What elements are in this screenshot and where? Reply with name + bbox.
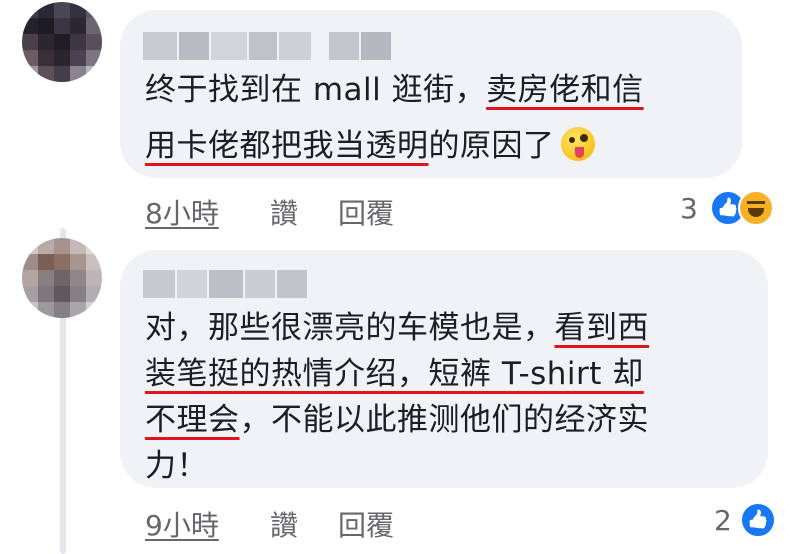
reaction-count: 2: [714, 504, 732, 537]
text-segment: 对，那些很漂亮的车模也是，: [145, 310, 555, 346]
timestamp-link[interactable]: 8小時: [145, 192, 219, 232]
blurred-author-name[interactable]: [143, 32, 391, 60]
like-button[interactable]: 讚: [270, 504, 298, 544]
reply-button[interactable]: 回覆: [338, 504, 394, 544]
comment-line: 力！: [145, 444, 649, 488]
like-reaction-icon: [740, 502, 776, 538]
comment-line: 终于找到在 mall 逛街，卖房佬和信: [145, 68, 644, 112]
reaction-count: 3: [680, 192, 698, 225]
avatar[interactable]: [22, 2, 102, 82]
like-button[interactable]: 讚: [270, 192, 298, 232]
reaction-summary[interactable]: 2: [714, 502, 784, 542]
text-segment: 力！: [145, 448, 208, 484]
comment-line: 不理会，不能以此推测他们的经济实: [145, 398, 649, 442]
text-segment: ，不能以此推测他们的经济实: [239, 402, 649, 438]
comment-line: 用卡佬都把我当透明的原因了: [145, 124, 644, 168]
timestamp-link[interactable]: 9小時: [145, 504, 219, 544]
comment-line: 装笔挺的热情介绍，短裤 T-shirt 却: [145, 352, 649, 396]
blurred-author-name[interactable]: [143, 270, 307, 298]
comment-line: 对，那些很漂亮的车模也是，看到西: [145, 306, 649, 350]
underlined-text-segment: 看到西: [554, 310, 649, 346]
haha-reaction-icon: [738, 190, 774, 226]
comment-text: 对，那些很漂亮的车模也是，看到西 装笔挺的热情介绍，短裤 T-shirt 却 不…: [145, 306, 649, 488]
comment-text: 终于找到在 mall 逛街，卖房佬和信 用卡佬都把我当透明的原因了: [145, 68, 644, 168]
reaction-summary[interactable]: 3: [680, 190, 780, 230]
underlined-text-segment: 装笔挺的热情介绍，短裤 T-shirt 却: [145, 356, 644, 392]
reply-button[interactable]: 回覆: [338, 192, 394, 232]
underlined-text-segment: 不理会: [145, 402, 240, 438]
text-segment: 的原因了: [428, 128, 555, 164]
avatar[interactable]: [22, 238, 102, 318]
underlined-text-segment: 卖房佬和信: [486, 72, 644, 108]
text-segment: 终于找到在 mall 逛街，: [145, 72, 487, 108]
underlined-text-segment: 用卡佬都把我当透明: [145, 128, 429, 164]
zany-face-emoji-icon: [560, 127, 595, 161]
